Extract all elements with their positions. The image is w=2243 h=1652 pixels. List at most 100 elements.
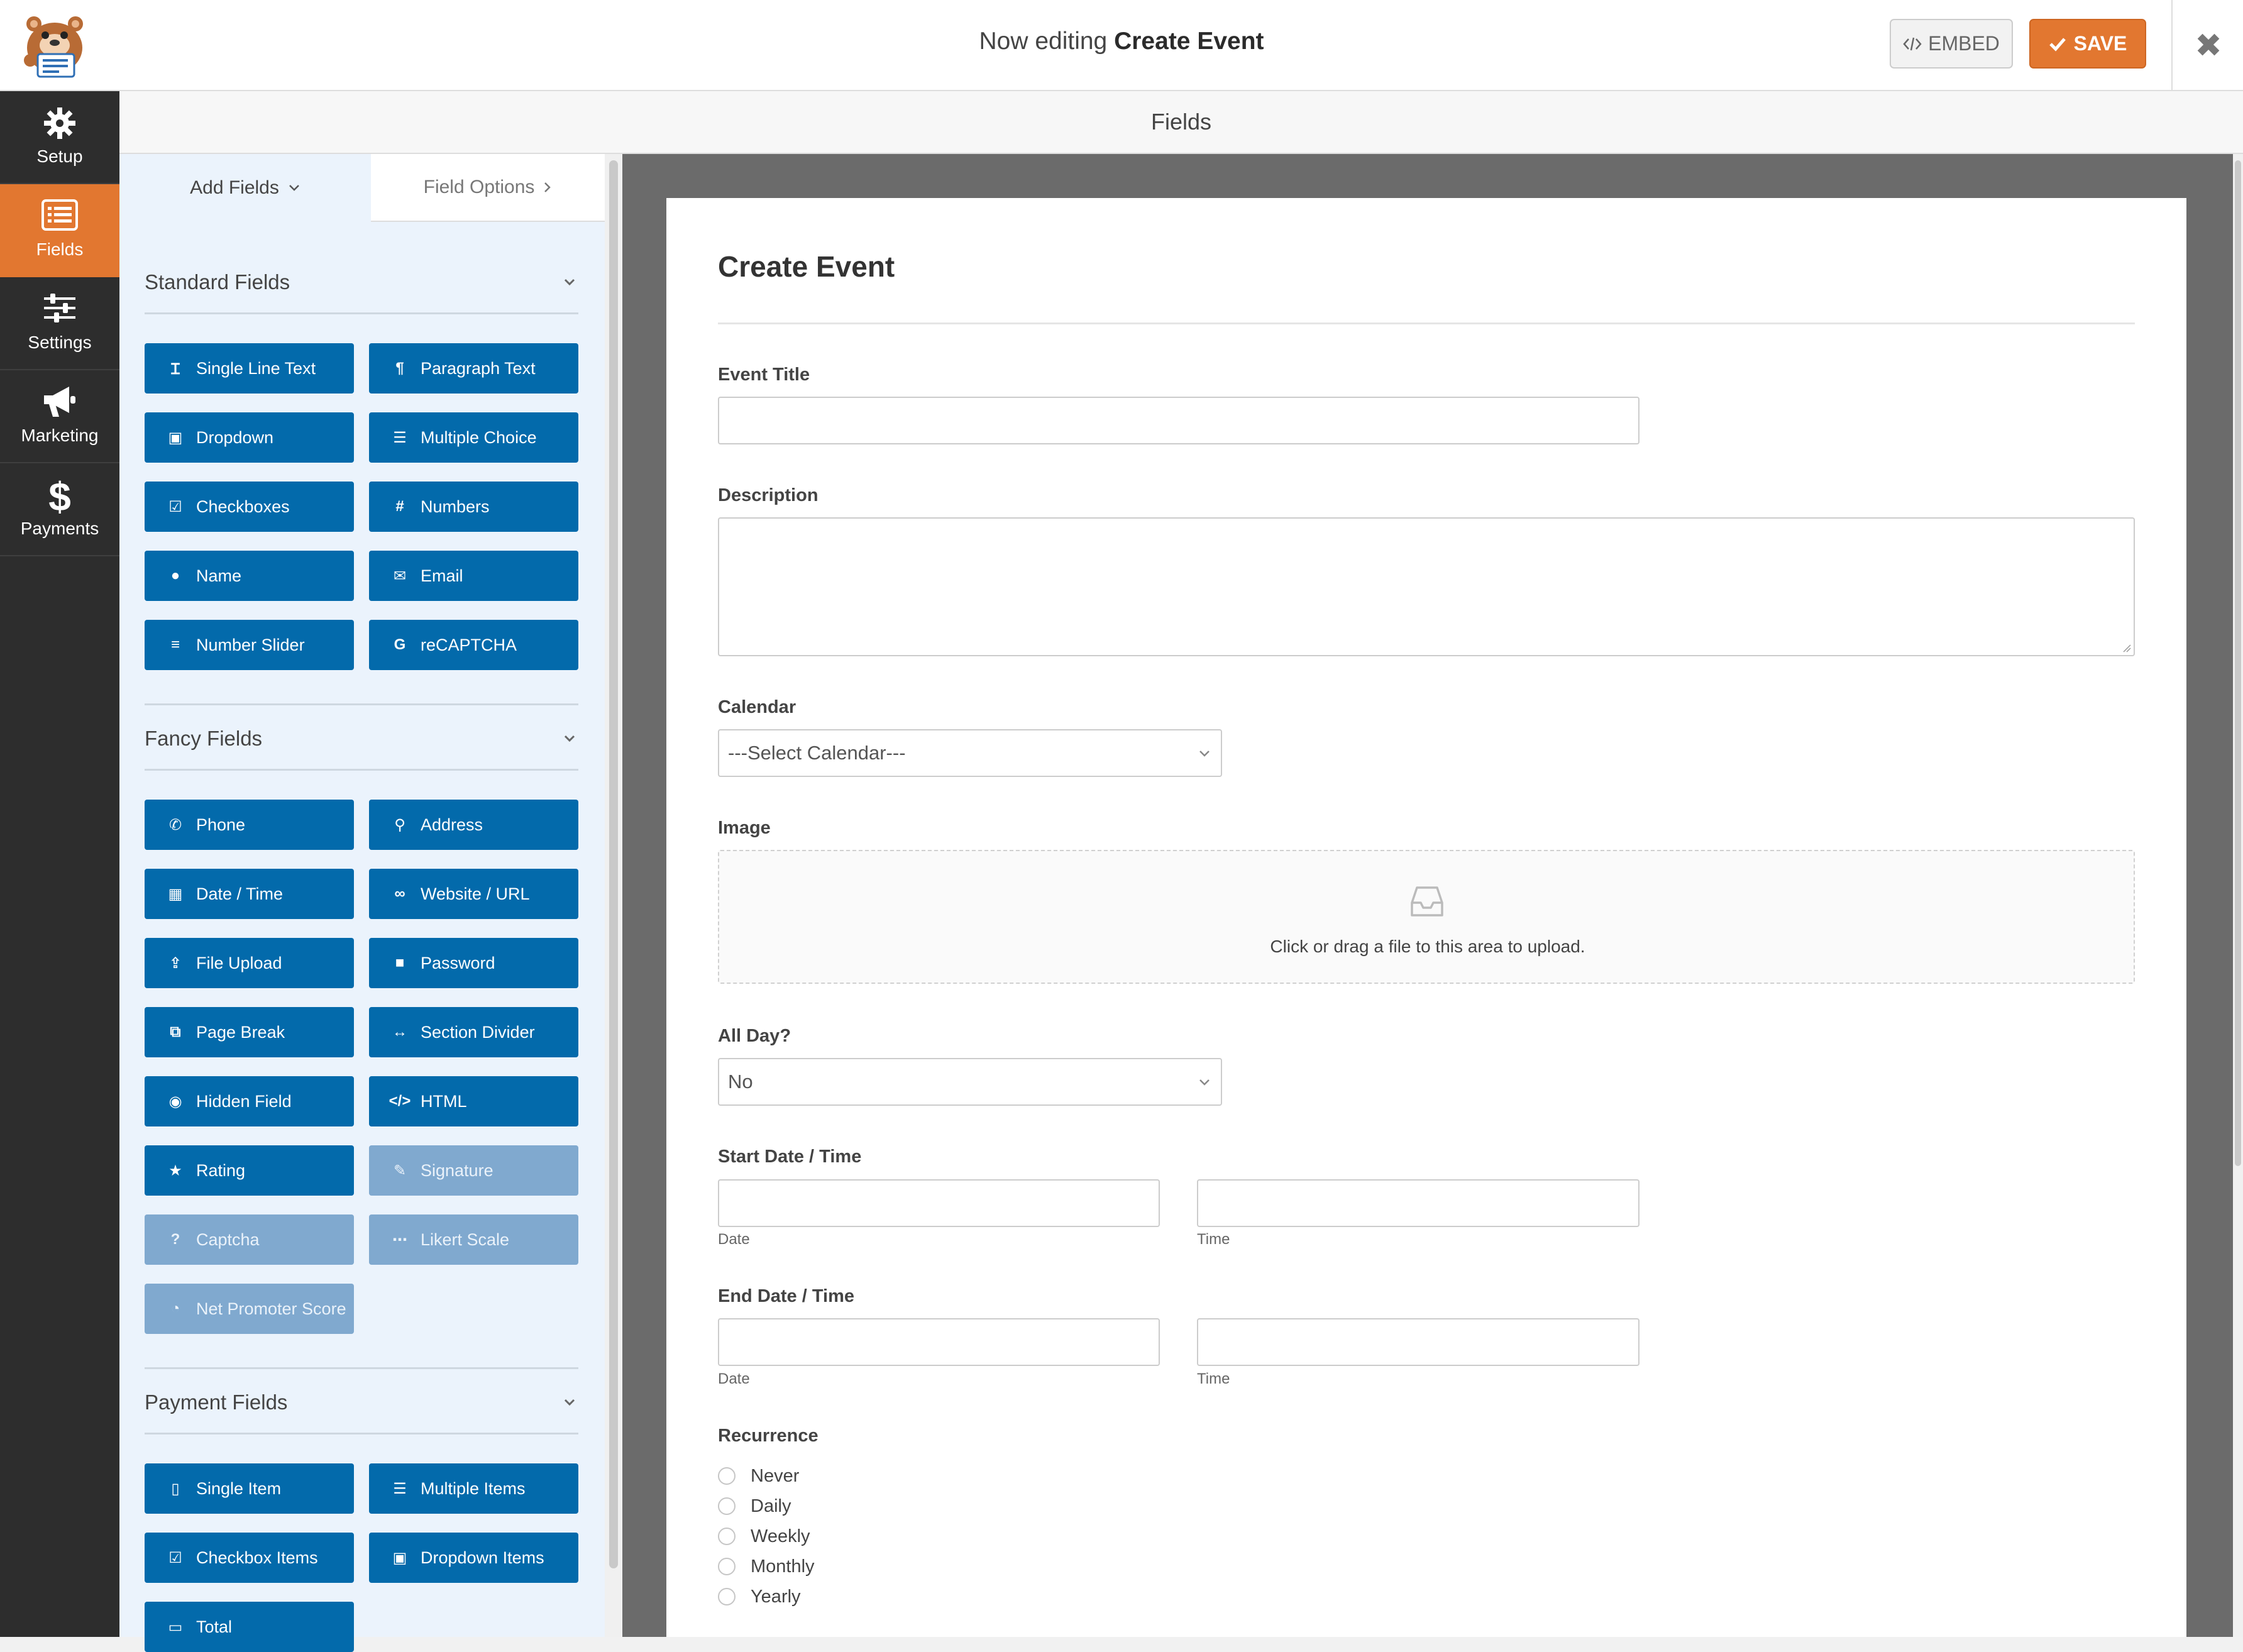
checkbox-icon: ☑ bbox=[168, 498, 182, 515]
field-button-date-time[interactable]: ▦ Date / Time bbox=[145, 869, 354, 919]
radio-button[interactable] bbox=[718, 1588, 736, 1605]
field-button-captcha[interactable]: ? Captcha bbox=[145, 1214, 354, 1265]
field-button-website-url[interactable]: ∞ Website / URL bbox=[369, 869, 578, 919]
field-button-numbers[interactable]: # Numbers bbox=[369, 482, 578, 532]
close-divider bbox=[2171, 0, 2173, 91]
field-button-number-slider[interactable]: ≡ Number Slider bbox=[145, 620, 354, 670]
start-time-sublabel: Time bbox=[1197, 1231, 1230, 1248]
field-button-address[interactable]: ⚲ Address bbox=[369, 800, 578, 850]
field-button-html[interactable]: </> HTML bbox=[369, 1076, 578, 1126]
file-icon: ▯ bbox=[171, 1480, 180, 1497]
section-title: Fields bbox=[1150, 109, 1212, 135]
chevron-down-icon bbox=[564, 735, 575, 742]
tab-field-options[interactable]: Field Options bbox=[371, 154, 605, 222]
code-icon bbox=[1903, 37, 1922, 50]
field-button-signature[interactable]: ✎ Signature bbox=[369, 1145, 578, 1196]
description-textarea[interactable] bbox=[718, 517, 2135, 656]
start-time-input[interactable] bbox=[1197, 1179, 1640, 1227]
all-day-select[interactable]: No bbox=[718, 1058, 1222, 1106]
section-divider bbox=[145, 703, 578, 705]
field-button-likert-scale[interactable]: ⋯ Likert Scale bbox=[369, 1214, 578, 1265]
sidenav-item-setup[interactable]: Setup bbox=[0, 91, 119, 184]
field-button-dropdown[interactable]: ▣ Dropdown bbox=[145, 412, 354, 463]
resize-handle-icon[interactable] bbox=[2121, 642, 2131, 653]
sidenav-item-settings[interactable]: Settings bbox=[0, 277, 119, 370]
form-title-divider bbox=[718, 322, 2135, 324]
image-upload-dropzone[interactable]: Click or drag a file to this area to upl… bbox=[718, 850, 2135, 984]
gear-icon bbox=[44, 107, 75, 139]
calendar-select[interactable]: ---Select Calendar--- bbox=[718, 729, 1222, 777]
field-button-rating[interactable]: ★ Rating bbox=[145, 1145, 354, 1196]
preview-scrollbar[interactable] bbox=[2233, 154, 2243, 1637]
question-circle-icon: ? bbox=[170, 1231, 180, 1248]
chevron-down-icon bbox=[289, 185, 299, 191]
calendar-icon: ▦ bbox=[168, 885, 183, 903]
field-button-total[interactable]: ▭ Total bbox=[145, 1602, 354, 1652]
dropdown-icon: ▣ bbox=[168, 429, 183, 446]
field-button-checkbox-items[interactable]: ☑ Checkbox Items bbox=[145, 1533, 354, 1583]
end-time-input[interactable] bbox=[1197, 1318, 1640, 1366]
embed-button[interactable]: EMBED bbox=[1890, 19, 2013, 69]
inbox-icon bbox=[1411, 886, 1443, 917]
google-icon: G bbox=[394, 636, 406, 653]
eye-slash-icon: ◉ bbox=[168, 1093, 182, 1110]
field-button-password[interactable]: ■ Password bbox=[369, 938, 578, 988]
field-button-email[interactable]: ✉ Email bbox=[369, 551, 578, 601]
section-title-bar: Fields bbox=[119, 91, 2243, 154]
radio-button[interactable] bbox=[718, 1528, 736, 1545]
panel-tabs: Add Fields Field Options bbox=[119, 154, 605, 222]
field-button-hidden-field[interactable]: ◉ Hidden Field bbox=[145, 1076, 354, 1126]
start-date-sublabel: Date bbox=[718, 1231, 750, 1248]
builder-sidenav: Setup Fields Settings Marketing $ Paymen… bbox=[0, 91, 119, 1637]
tab-add-fields[interactable]: Add Fields bbox=[119, 154, 371, 222]
recurrence-option-weekly[interactable]: Weekly bbox=[718, 1524, 810, 1549]
payment-fields-header[interactable]: Payment Fields bbox=[145, 1372, 578, 1434]
standard-fields-header[interactable]: Standard Fields bbox=[145, 251, 578, 314]
recurrence-option-never[interactable]: Never bbox=[718, 1463, 799, 1489]
field-button-page-break[interactable]: ⧉ Page Break bbox=[145, 1007, 354, 1057]
field-button-phone[interactable]: ✆ Phone bbox=[145, 800, 354, 850]
end-date-sublabel: Date bbox=[718, 1370, 750, 1387]
chevron-down-icon bbox=[1199, 751, 1210, 757]
field-button-paragraph-text[interactable]: ¶ Paragraph Text bbox=[369, 343, 578, 394]
field-button-name[interactable]: ● Name bbox=[145, 551, 354, 601]
section-divider bbox=[145, 1367, 578, 1369]
field-button-file-upload[interactable]: ⇪ File Upload bbox=[145, 938, 354, 988]
sliders-icon bbox=[44, 294, 75, 322]
recurrence-option-daily[interactable]: Daily bbox=[718, 1494, 791, 1519]
ellipsis-icon: ⋯ bbox=[392, 1231, 407, 1248]
end-date-input[interactable] bbox=[718, 1318, 1160, 1366]
dropdown-icon: ▣ bbox=[392, 1549, 407, 1567]
top-bar: Now editing Create Event EMBED SAVE ✖ bbox=[0, 0, 2243, 91]
start-date-input[interactable] bbox=[718, 1179, 1160, 1227]
field-button-checkboxes[interactable]: ☑ Checkboxes bbox=[145, 482, 354, 532]
field-button-multiple-choice[interactable]: ☰ Multiple Choice bbox=[369, 412, 578, 463]
field-button-single-line-text[interactable]: Ɪ Single Line Text bbox=[145, 343, 354, 394]
left-panel-scrollbar[interactable] bbox=[605, 154, 622, 1637]
field-button-dropdown-items[interactable]: ▣ Dropdown Items bbox=[369, 1533, 578, 1583]
megaphone-icon bbox=[44, 387, 75, 417]
save-button[interactable]: SAVE bbox=[2029, 19, 2146, 69]
recurrence-option-yearly[interactable]: Yearly bbox=[718, 1584, 801, 1609]
recurrence-option-monthly[interactable]: Monthly bbox=[718, 1554, 815, 1579]
fancy-fields-header[interactable]: Fancy Fields bbox=[145, 708, 578, 771]
event-title-input[interactable] bbox=[718, 397, 1640, 444]
field-button-multiple-items[interactable]: ☰ Multiple Items bbox=[369, 1463, 578, 1514]
list-icon: ☰ bbox=[393, 1480, 407, 1497]
scrollbar-thumb[interactable] bbox=[2235, 160, 2241, 1166]
sidenav-item-payments[interactable]: $ Payments bbox=[0, 463, 119, 556]
user-icon: ● bbox=[170, 567, 180, 584]
close-builder-button[interactable]: ✖ bbox=[2174, 0, 2243, 91]
upload-icon: ⇪ bbox=[168, 954, 182, 972]
field-button-section-divider[interactable]: ↔ Section Divider bbox=[369, 1007, 578, 1057]
field-button-net-promoter-score[interactable]: ◔ Net Promoter Score bbox=[145, 1284, 354, 1334]
radio-button[interactable] bbox=[718, 1497, 736, 1515]
radio-button[interactable] bbox=[718, 1467, 736, 1485]
radio-button[interactable] bbox=[718, 1558, 736, 1575]
sidenav-item-fields[interactable]: Fields bbox=[0, 184, 119, 277]
text-cursor-icon: Ɪ bbox=[171, 360, 180, 378]
scrollbar-thumb[interactable] bbox=[609, 160, 618, 1568]
sidenav-item-marketing[interactable]: Marketing bbox=[0, 370, 119, 463]
field-button-recaptcha[interactable]: GreCAPTCHA bbox=[369, 620, 578, 670]
field-button-single-item[interactable]: ▯ Single Item bbox=[145, 1463, 354, 1514]
